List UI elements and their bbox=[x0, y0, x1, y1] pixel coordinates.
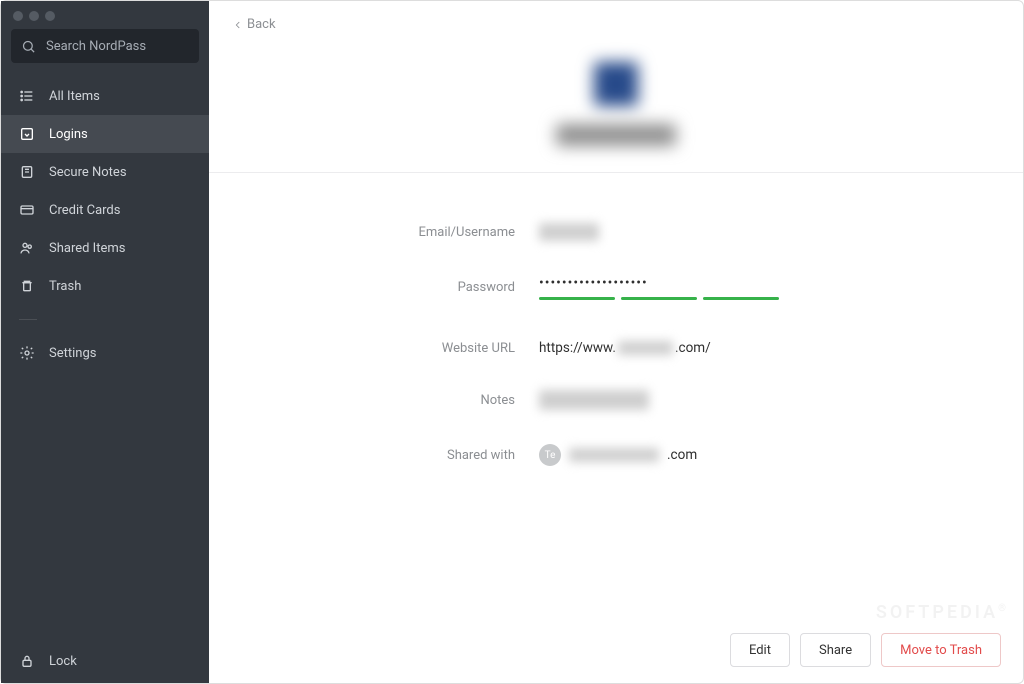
password-value[interactable]: ••••••••••••••••••• bbox=[539, 275, 933, 300]
users-icon bbox=[19, 240, 35, 256]
field-label: Notes bbox=[299, 393, 539, 408]
item-logo bbox=[594, 62, 638, 106]
sidebar-item-label: Logins bbox=[49, 127, 88, 142]
field-shared-with: Shared with Te .com bbox=[299, 444, 933, 466]
edit-button[interactable]: Edit bbox=[730, 633, 790, 667]
action-bar: Edit Share Move to Trash bbox=[730, 633, 1001, 667]
item-fields: Email/Username Password ••••••••••••••••… bbox=[209, 173, 1023, 500]
sidebar-item-all-items[interactable]: All Items bbox=[1, 77, 209, 115]
window-controls bbox=[1, 1, 209, 25]
search-icon bbox=[21, 39, 36, 54]
field-label: Email/Username bbox=[299, 225, 539, 240]
sidebar-item-credit-cards[interactable]: Credit Cards bbox=[1, 191, 209, 229]
strength-segment bbox=[703, 297, 779, 300]
avatar: Te bbox=[539, 444, 561, 466]
search-placeholder: Search NordPass bbox=[46, 39, 189, 54]
trash-icon bbox=[19, 278, 35, 294]
field-website-url: Website URL https://www. .com/ bbox=[299, 340, 933, 356]
lock-button[interactable]: Lock bbox=[19, 653, 191, 669]
field-label: Shared with bbox=[299, 448, 539, 463]
sidebar-item-shared-items[interactable]: Shared Items bbox=[1, 229, 209, 267]
sidebar-item-settings[interactable]: Settings bbox=[1, 334, 209, 372]
item-header bbox=[209, 32, 1023, 173]
shared-with-value[interactable]: Te .com bbox=[539, 444, 933, 466]
url-suffix: .com/ bbox=[675, 340, 711, 356]
sidebar-item-label: Credit Cards bbox=[49, 203, 120, 218]
lock-icon bbox=[19, 653, 35, 669]
close-window-dot[interactable] bbox=[13, 11, 23, 21]
share-button[interactable]: Share bbox=[800, 633, 871, 667]
chevron-left-icon bbox=[233, 20, 243, 30]
login-icon bbox=[19, 126, 35, 142]
field-label: Password bbox=[299, 280, 539, 295]
field-email-username: Email/Username bbox=[299, 223, 933, 241]
sidebar-divider bbox=[19, 319, 37, 320]
list-icon bbox=[19, 88, 35, 104]
field-value-redacted[interactable] bbox=[539, 223, 933, 241]
sidebar-item-secure-notes[interactable]: Secure Notes bbox=[1, 153, 209, 191]
sidebar-item-label: Trash bbox=[49, 279, 81, 294]
lock-label: Lock bbox=[49, 654, 77, 669]
field-password: Password ••••••••••••••••••• bbox=[299, 275, 933, 300]
field-notes: Notes bbox=[299, 390, 933, 410]
back-label: Back bbox=[247, 17, 276, 32]
main-panel: Back Email/Username Password •••••••••••… bbox=[209, 1, 1023, 683]
sidebar-item-label: Secure Notes bbox=[49, 165, 127, 180]
password-masked: ••••••••••••••••••• bbox=[539, 275, 648, 291]
credit-card-icon bbox=[19, 202, 35, 218]
search-input[interactable]: Search NordPass bbox=[11, 29, 199, 63]
website-value[interactable]: https://www. .com/ bbox=[539, 340, 933, 356]
sidebar-item-label: Settings bbox=[49, 346, 96, 361]
sidebar-item-trash[interactable]: Trash bbox=[1, 267, 209, 305]
sidebar-nav: All Items Logins Secure Notes Credit Car… bbox=[1, 77, 209, 372]
strength-segment bbox=[539, 297, 615, 300]
sidebar-item-logins[interactable]: Logins bbox=[1, 115, 209, 153]
shared-suffix: .com bbox=[667, 447, 697, 463]
move-to-trash-button[interactable]: Move to Trash bbox=[881, 633, 1001, 667]
minimize-window-dot[interactable] bbox=[29, 11, 39, 21]
gear-icon bbox=[19, 345, 35, 361]
note-icon bbox=[19, 164, 35, 180]
watermark: SOFTPEDIA® bbox=[876, 602, 1009, 623]
notes-value-redacted[interactable] bbox=[539, 390, 933, 410]
sidebar-item-label: All Items bbox=[49, 89, 100, 104]
maximize-window-dot[interactable] bbox=[45, 11, 55, 21]
back-button[interactable]: Back bbox=[209, 1, 1023, 32]
strength-segment bbox=[621, 297, 697, 300]
item-title-redacted bbox=[556, 124, 676, 146]
field-label: Website URL bbox=[299, 341, 539, 356]
sidebar-item-label: Shared Items bbox=[49, 241, 125, 256]
url-prefix: https://www. bbox=[539, 340, 616, 356]
sidebar: Search NordPass All Items Logins Secure … bbox=[1, 1, 209, 683]
password-strength-meter bbox=[539, 297, 779, 300]
